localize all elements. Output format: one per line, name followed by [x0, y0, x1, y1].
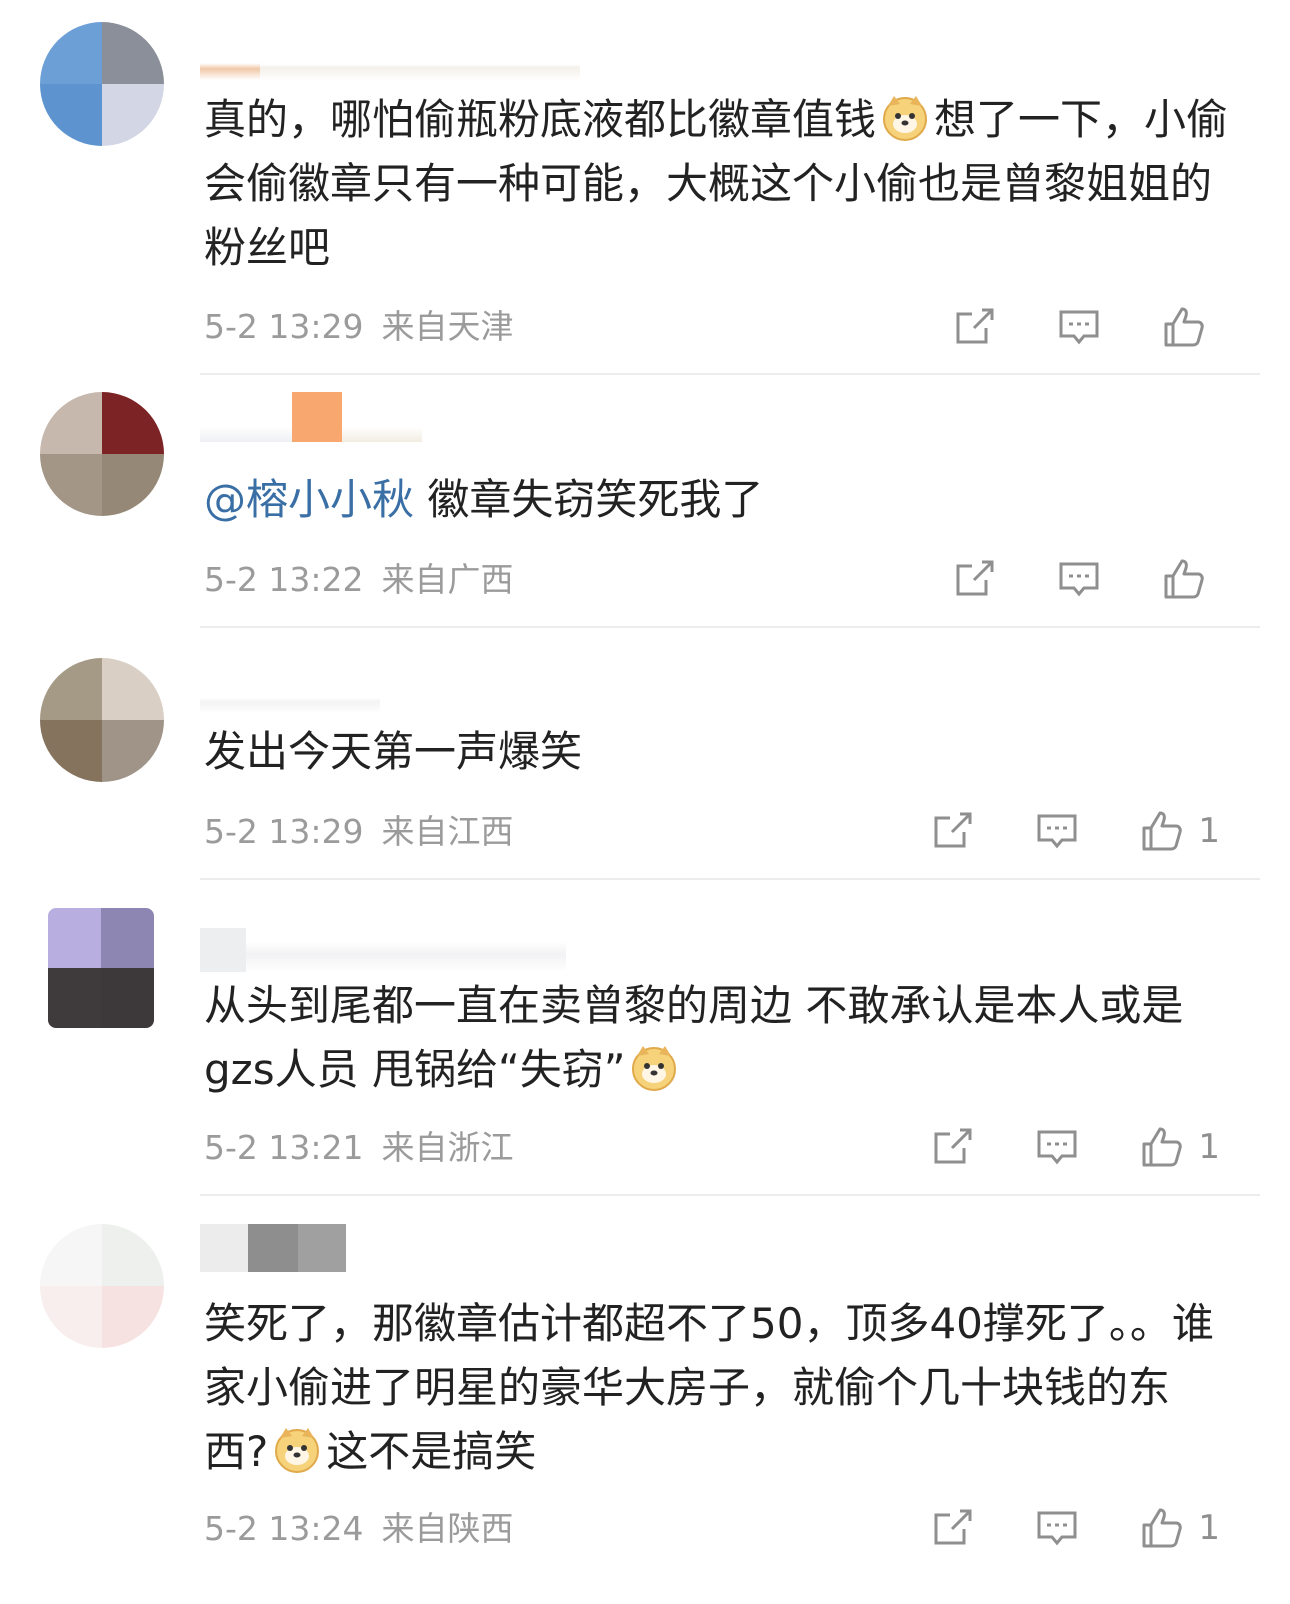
comment-meta: 5-2 13:22 来自广西: [204, 560, 514, 600]
username-blurred[interactable]: [200, 928, 566, 972]
username-blurred[interactable]: [200, 1224, 346, 1272]
share-icon: [956, 560, 994, 596]
username-blurred[interactable]: [200, 392, 422, 442]
reply-button[interactable]: [1034, 1505, 1080, 1551]
comment-actions: [894, 303, 1220, 351]
mention-link[interactable]: @榕小小秋: [204, 475, 414, 524]
like-button[interactable]: 1: [1138, 808, 1220, 854]
location: 来自广西: [381, 560, 514, 599]
comment-meta: 5-2 13:29 来自天津: [204, 307, 514, 347]
location: 来自江西: [381, 812, 514, 851]
comment-meta: 5-2 13:24 来自陕西: [204, 1509, 514, 1549]
thumbs-up-icon: [1164, 307, 1204, 347]
comment-icon: [1059, 310, 1099, 345]
timestamp: 5-2 13:22: [204, 560, 364, 599]
divider: [200, 878, 1260, 880]
timestamp: 5-2 13:29: [204, 307, 364, 346]
comment-icon: [1037, 1130, 1077, 1165]
avatar[interactable]: [40, 658, 164, 782]
reply-button[interactable]: [1056, 556, 1102, 602]
reply-button[interactable]: [1034, 808, 1080, 854]
timestamp: 5-2 13:24: [204, 1509, 364, 1548]
like-count: 1: [1198, 1508, 1220, 1548]
divider: [200, 373, 1260, 375]
timestamp: 5-2 13:29: [204, 812, 364, 851]
avatar[interactable]: [40, 392, 164, 516]
like-button[interactable]: [1160, 556, 1220, 602]
comment-actions: [894, 555, 1220, 603]
divider: [200, 1194, 1260, 1196]
share-button[interactable]: [930, 808, 976, 854]
like-button[interactable]: [1160, 304, 1220, 350]
comment-meta: 5-2 13:21 来自浙江: [204, 1128, 514, 1168]
avatar[interactable]: [48, 908, 154, 1028]
location: 来自天津: [381, 307, 514, 346]
timestamp: 5-2 13:21: [204, 1128, 364, 1167]
comment-meta: 5-2 13:29 来自江西: [204, 812, 514, 852]
location: 来自浙江: [381, 1128, 514, 1167]
comment-text: 从头到尾都一直在卖曾黎的周边 不敢承认是本人或是gzs人员 甩锅给“失窃”: [204, 981, 1184, 1094]
location: 来自陕西: [381, 1509, 514, 1548]
divider: [200, 626, 1260, 628]
reply-button[interactable]: [1056, 304, 1102, 350]
share-icon: [934, 812, 972, 848]
username-blurred[interactable]: [200, 685, 380, 713]
doge-emoji-icon: [883, 96, 928, 141]
comment-text: 发出今天第一声爆笑: [204, 727, 583, 776]
share-icon: [956, 308, 994, 344]
comment-actions: 1: [872, 1504, 1220, 1552]
username-blurred[interactable]: [200, 52, 580, 80]
comment-text: @榕小小秋 徽章失窃笑死我了: [204, 475, 764, 524]
comment-icon: [1059, 562, 1099, 597]
avatar[interactable]: [40, 22, 164, 146]
comment-actions: 1: [872, 1123, 1220, 1171]
thumbs-up-icon: [1142, 1127, 1183, 1167]
share-button[interactable]: [930, 1124, 976, 1170]
doge-emoji-icon: [275, 1428, 320, 1473]
share-button[interactable]: [952, 556, 998, 602]
like-button[interactable]: 1: [1138, 1505, 1220, 1551]
like-count: 1: [1198, 1127, 1220, 1167]
share-icon: [934, 1128, 972, 1164]
reply-button[interactable]: [1034, 1124, 1080, 1170]
share-icon: [934, 1509, 972, 1545]
comment-icon: [1037, 814, 1077, 849]
thumbs-up-icon: [1164, 559, 1204, 599]
avatar[interactable]: [40, 1224, 164, 1348]
comment-actions: 1: [872, 807, 1220, 855]
doge-emoji-icon: [632, 1046, 677, 1091]
share-button[interactable]: [952, 304, 998, 350]
thumbs-up-icon: [1142, 811, 1183, 851]
like-count: 1: [1198, 811, 1220, 851]
like-button[interactable]: 1: [1138, 1124, 1220, 1170]
comment-text: 真的，哪怕偷瓶粉底液都比徽章值钱 想了一下，小偷会偷徽章只有一种可能，大概这个小偷…: [204, 88, 1234, 280]
share-button[interactable]: [930, 1505, 976, 1551]
comment-icon: [1037, 1511, 1077, 1546]
thumbs-up-icon: [1142, 1508, 1183, 1548]
comment-text: 笑死了，那徽章估计都超不了50，顶多40撑死了。。谁家小偷进了明星的豪华大房子，…: [204, 1299, 1214, 1476]
